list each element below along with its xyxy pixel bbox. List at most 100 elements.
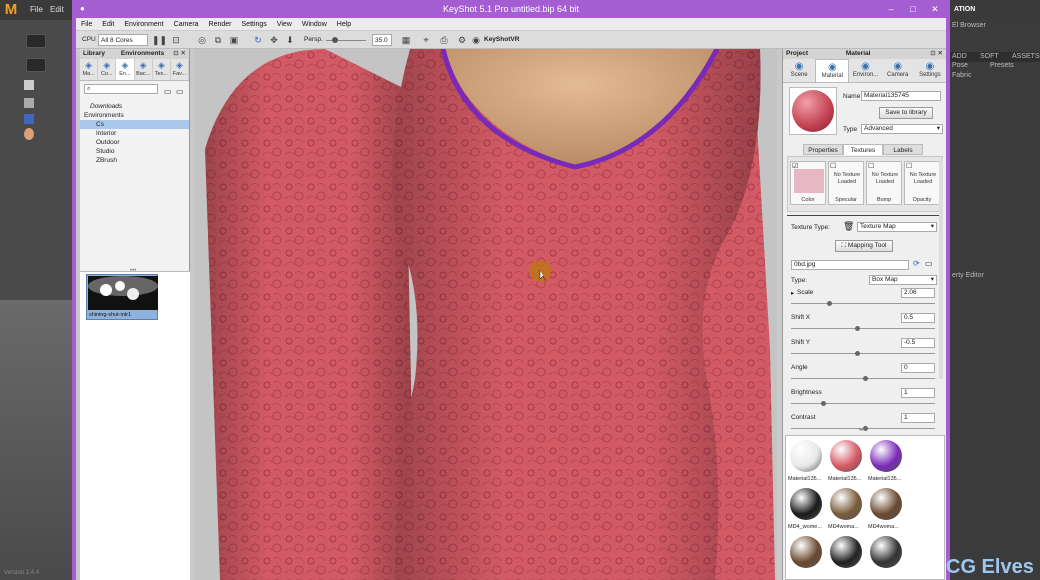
subtab-textures[interactable]: Textures bbox=[843, 144, 883, 155]
material-thumbnail[interactable] bbox=[790, 440, 822, 472]
slider-knob[interactable] bbox=[821, 401, 826, 406]
host-menu-edit[interactable]: Edit bbox=[50, 5, 64, 14]
host-tab-soft[interactable]: SOFT bbox=[980, 53, 999, 60]
mapping-type-select[interactable]: Box Map ▾ bbox=[869, 275, 937, 285]
expand-icon[interactable]: ▸ bbox=[791, 289, 794, 297]
host-cylinder-icon[interactable] bbox=[24, 98, 34, 108]
host-menu-file[interactable]: File bbox=[30, 5, 43, 14]
move-icon[interactable]: ✥ bbox=[268, 34, 280, 46]
type-select[interactable]: Advanced ▾ bbox=[861, 124, 943, 134]
render-viewport[interactable] bbox=[195, 49, 777, 580]
param-input[interactable]: 1 bbox=[901, 388, 935, 398]
material-thumbnail[interactable] bbox=[870, 536, 902, 568]
persp-slider-knob[interactable] bbox=[332, 37, 338, 43]
download-icon[interactable]: ⬇ bbox=[284, 34, 296, 46]
param-input[interactable]: -0.5 bbox=[901, 338, 935, 348]
host-cube-icon[interactable] bbox=[24, 80, 34, 90]
param-slider[interactable] bbox=[791, 301, 935, 306]
param-slider[interactable] bbox=[791, 401, 935, 406]
host-row-pose[interactable]: Pose bbox=[952, 62, 968, 69]
library-tab-1[interactable]: ◈ Co... bbox=[98, 59, 117, 80]
panel-close-icon[interactable]: ⊡ ✕ bbox=[173, 49, 186, 59]
slider-knob[interactable] bbox=[863, 376, 868, 381]
environment-thumbnail[interactable]: shining-shut-intr1 bbox=[86, 274, 158, 320]
host-head-icon[interactable] bbox=[24, 128, 34, 140]
tree-item[interactable]: Environments bbox=[80, 111, 189, 120]
menu-render[interactable]: Render bbox=[204, 18, 237, 31]
keyshotvr-icon[interactable]: ◉ bbox=[470, 34, 482, 46]
library-search-input[interactable]: ⌕ bbox=[84, 84, 158, 94]
subtab-properties[interactable]: Properties bbox=[803, 144, 843, 155]
menu-file[interactable]: File bbox=[76, 18, 97, 31]
tree-item[interactable]: Studio bbox=[80, 147, 189, 156]
maximize-icon[interactable]: □ bbox=[902, 0, 924, 18]
library-tab-3[interactable]: ◈ Bac... bbox=[135, 59, 153, 80]
material-thumbnail[interactable] bbox=[790, 488, 822, 520]
menu-camera[interactable]: Camera bbox=[169, 18, 204, 31]
material-tab-environ[interactable]: ◉ Environ... bbox=[849, 59, 881, 82]
host-figure-icon[interactable] bbox=[24, 114, 34, 124]
reload-icon[interactable]: ⟳ bbox=[913, 259, 920, 268]
host-tool-button[interactable] bbox=[26, 34, 46, 48]
host-tool-button[interactable] bbox=[26, 58, 46, 72]
param-input[interactable]: 1 bbox=[901, 413, 935, 423]
texture-slot-opacity[interactable]: ☐ No Texture Loaded Opacity bbox=[904, 161, 940, 205]
library-tab-2[interactable]: ◈ En... bbox=[116, 59, 135, 80]
mapping-tool-button[interactable]: ⛶ Mapping Tool bbox=[835, 240, 893, 252]
param-slider[interactable] bbox=[791, 351, 935, 356]
target-icon[interactable]: ⌖ bbox=[420, 34, 432, 46]
texture-slot-bump[interactable]: ☐ No Texture Loaded Bump bbox=[866, 161, 902, 205]
tree-item[interactable]: Downloads bbox=[80, 102, 189, 111]
close-icon[interactable]: ✕ bbox=[924, 0, 946, 18]
trash-icon[interactable]: 🗑 bbox=[843, 221, 854, 232]
tree-item[interactable]: Cs bbox=[80, 120, 189, 129]
grid-icon[interactable]: ▦ bbox=[400, 34, 412, 46]
material-thumbnail[interactable] bbox=[790, 536, 822, 568]
param-input[interactable]: 2.06 bbox=[901, 288, 935, 298]
material-preview[interactable] bbox=[789, 87, 837, 135]
subtab-labels[interactable]: Labels bbox=[883, 144, 923, 155]
stop-icon[interactable]: ▣ bbox=[228, 34, 240, 46]
menu-window[interactable]: Window bbox=[297, 18, 332, 31]
param-input[interactable]: 0 bbox=[901, 363, 935, 373]
menu-help[interactable]: Help bbox=[332, 18, 356, 31]
material-tab-scene[interactable]: ◉ Scene bbox=[783, 59, 815, 82]
material-thumbnail[interactable] bbox=[870, 440, 902, 472]
slot-checkbox[interactable]: ☐ bbox=[830, 162, 836, 170]
cpu-select[interactable]: All 8 Cores bbox=[98, 34, 148, 46]
host-row-presets[interactable]: Presets bbox=[990, 62, 1014, 69]
tree-item[interactable]: ZBrush bbox=[80, 156, 189, 165]
host-tab-assets[interactable]: ASSETS bbox=[1012, 53, 1040, 60]
panel-close-icon[interactable]: ⊡ ✕ bbox=[930, 49, 943, 59]
keyshotvr-button[interactable]: KeyShotVR bbox=[484, 34, 519, 46]
gear-icon[interactable]: ⚙ bbox=[456, 34, 468, 46]
slider-knob[interactable] bbox=[855, 351, 860, 356]
camera-icon[interactable]: ⎙ bbox=[438, 34, 450, 46]
param-slider[interactable] bbox=[791, 376, 935, 381]
material-tab-camera[interactable]: ◉ Camera bbox=[882, 59, 914, 82]
menu-settings[interactable]: Settings bbox=[237, 18, 272, 31]
material-thumbnail[interactable] bbox=[870, 488, 902, 520]
folder-add-icon[interactable]: ▭ bbox=[164, 87, 172, 96]
slot-checkbox[interactable]: ☐ bbox=[868, 162, 874, 170]
save-to-library-button[interactable]: Save to library bbox=[879, 107, 933, 119]
menu-environment[interactable]: Environment bbox=[119, 18, 168, 31]
texture-type-select[interactable]: Texture Map ▾ bbox=[857, 222, 937, 232]
name-input[interactable]: Material135745 bbox=[861, 91, 941, 101]
library-tab-5[interactable]: ◈ Fav... bbox=[171, 59, 190, 80]
texture-slot-color[interactable]: ☑ Color bbox=[790, 161, 826, 205]
region-icon[interactable]: ⊡ bbox=[170, 34, 182, 46]
params-scrollbar[interactable] bbox=[939, 159, 943, 379]
material-thumbnail[interactable] bbox=[830, 440, 862, 472]
tree-item[interactable]: Outdoor bbox=[80, 138, 189, 147]
persp-input[interactable]: 35.0 bbox=[372, 34, 392, 46]
material-tab-material[interactable]: ◉ Material bbox=[815, 59, 850, 82]
host-tab-add[interactable]: ADD bbox=[952, 53, 967, 60]
material-tab-settings[interactable]: ◉ Settings bbox=[914, 59, 946, 82]
texture-slot-specular[interactable]: ☐ No Texture Loaded Specular bbox=[828, 161, 864, 205]
param-input[interactable]: 0.5 bbox=[901, 313, 935, 323]
material-thumbnail[interactable] bbox=[830, 488, 862, 520]
pause-icon[interactable]: ❚❚ bbox=[152, 34, 167, 46]
slot-checkbox[interactable]: ☐ bbox=[906, 162, 912, 170]
param-slider[interactable] bbox=[791, 326, 935, 331]
